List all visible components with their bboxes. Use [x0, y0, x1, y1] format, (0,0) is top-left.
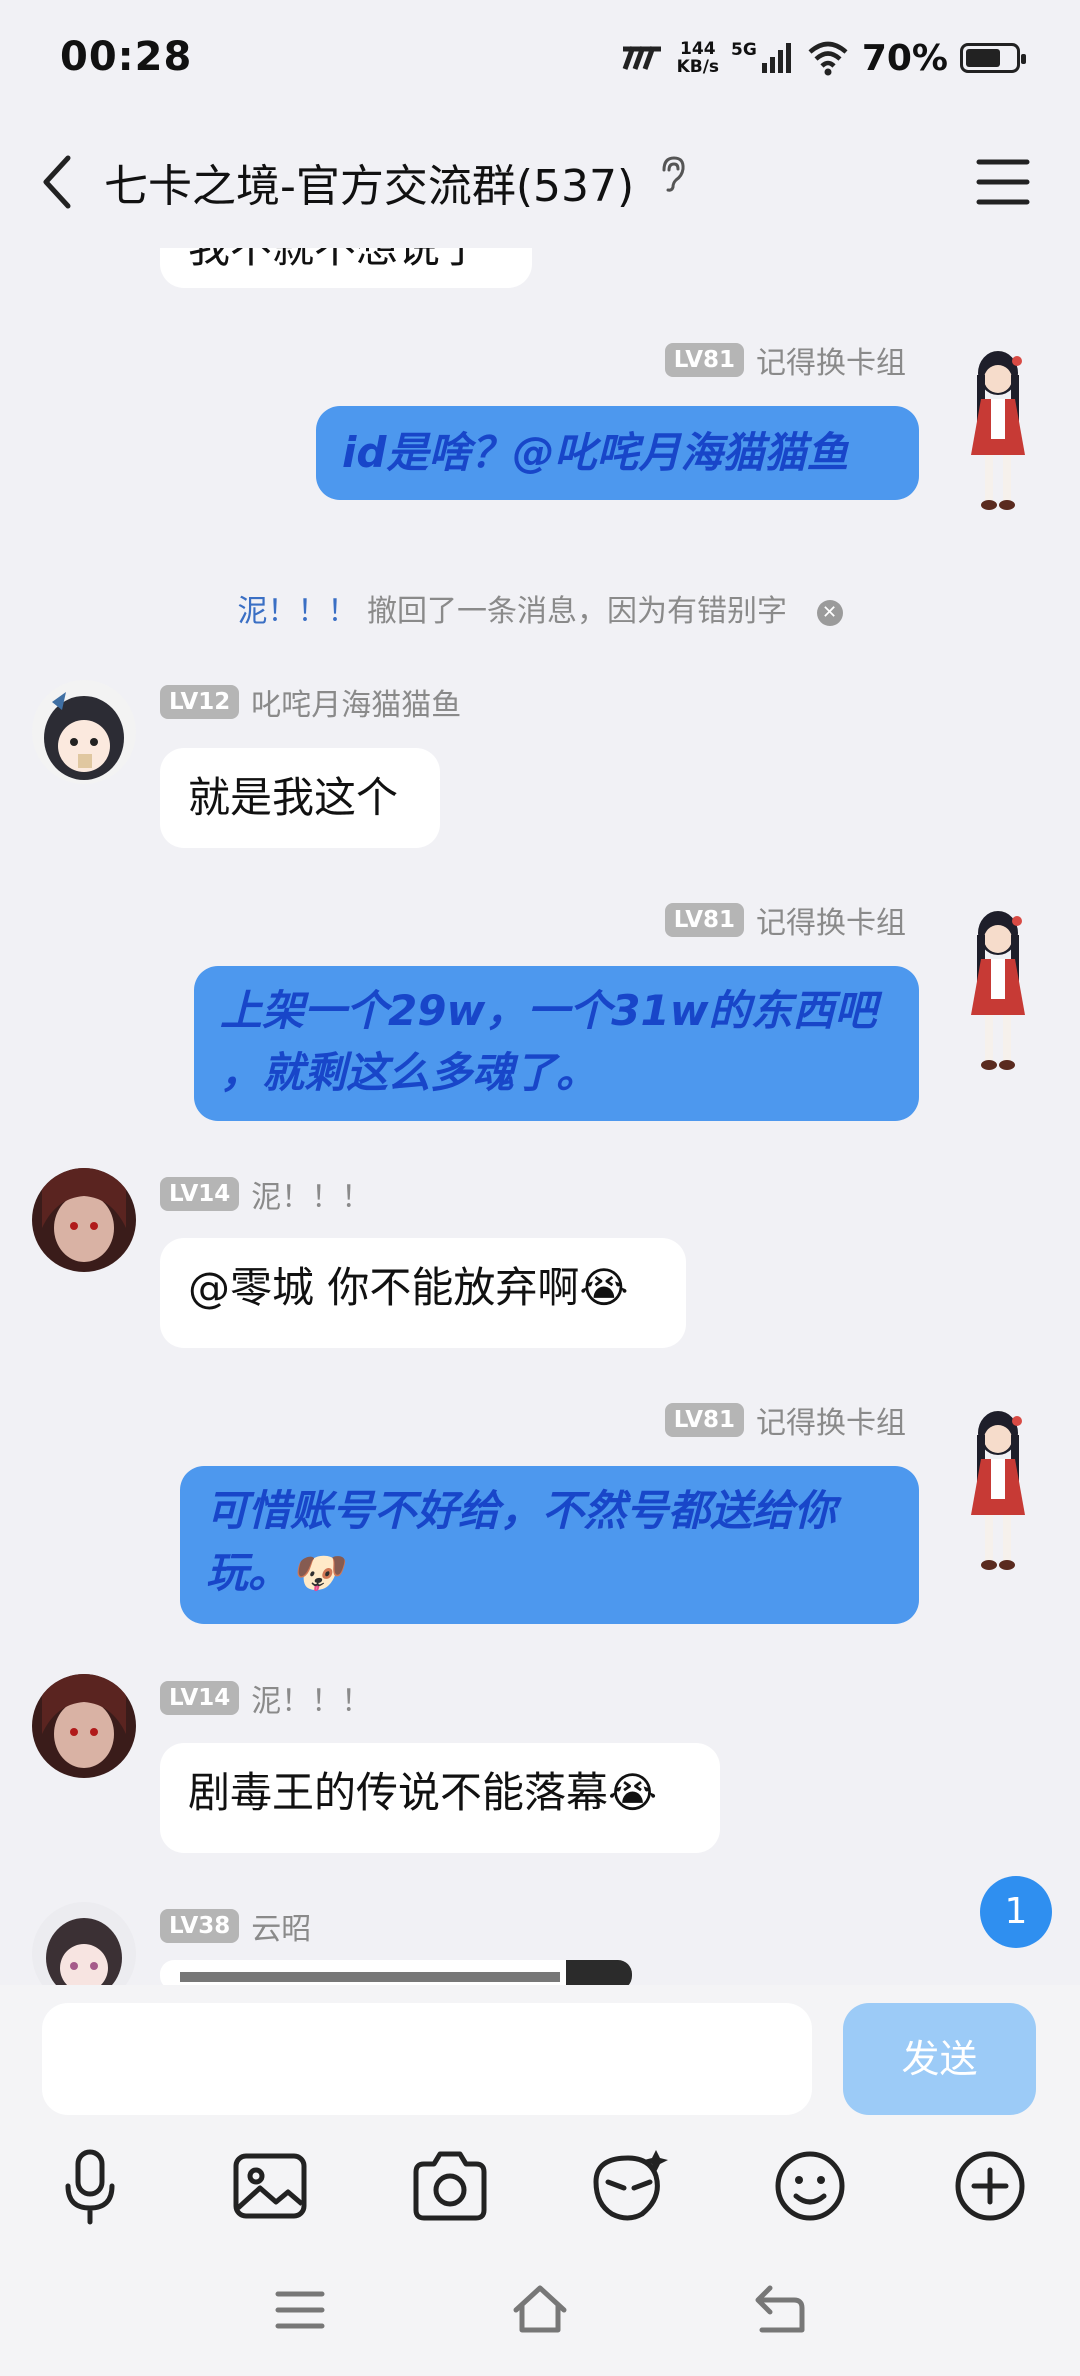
nav-home-icon[interactable] — [510, 2280, 570, 2340]
message-meta: LV81 记得换卡组 — [664, 338, 906, 382]
message-bubble-outgoing[interactable]: 上架一个29w，一个31w的东西吧 ，就剩这么多魂了。 — [194, 966, 919, 1121]
level-badge: LV81 — [664, 343, 744, 377]
unread-badge[interactable]: 1 — [980, 1876, 1052, 1948]
emoji-icon[interactable] — [766, 2142, 854, 2230]
message-meta: LV38 云昭 — [160, 1904, 311, 1948]
avatar[interactable] — [32, 680, 136, 784]
chat-title[interactable]: 七卡之境-官方交流群(537) — [104, 150, 688, 214]
cell-signal-icon: 5G — [731, 41, 794, 75]
hearing-icon — [662, 156, 685, 192]
battery-icon — [960, 43, 1026, 73]
message-meta: LV81 记得换卡组 — [664, 1398, 906, 1442]
message-meta: LV14 泥！！！ — [160, 1676, 371, 1720]
message-bubble[interactable]: 就是我这个 — [160, 748, 440, 848]
menu-icon[interactable] — [975, 156, 1031, 208]
recall-notice: 泥！！！ 撤回了一条消息，因为有错别字 ✕ — [0, 586, 1080, 630]
signal-brand-icon — [622, 46, 661, 70]
message-bubble-outgoing[interactable]: 可惜账号不好给，不然号都送给你 玩。🐶 — [180, 1466, 919, 1624]
sticker-icon[interactable] — [584, 2142, 672, 2230]
avatar[interactable] — [32, 1902, 136, 1986]
message-bubble-outgoing[interactable]: id是啥？@叱咤月海猫猫鱼 — [316, 406, 919, 500]
send-button[interactable]: 发送 — [843, 2003, 1036, 2115]
message-input[interactable] — [42, 2003, 812, 2115]
partial-message: LV38 云昭 — [0, 1890, 1080, 1986]
sender-name: 云昭 — [251, 1912, 312, 1947]
message-meta: LV14 泥！！！ — [160, 1172, 371, 1216]
wifi-icon — [808, 41, 848, 76]
level-badge: LV38 — [160, 1909, 240, 1943]
camera-icon[interactable] — [406, 2142, 494, 2230]
avatar[interactable] — [32, 1674, 136, 1778]
message-meta: LV81 记得换卡组 — [664, 898, 906, 942]
level-badge: LV14 — [160, 1681, 240, 1715]
image-message[interactable] — [160, 1960, 632, 1986]
sender-name: 记得换卡组 — [756, 346, 906, 381]
battery-percent: 70% — [861, 37, 948, 79]
plus-icon[interactable] — [946, 2142, 1034, 2230]
level-badge: LV12 — [160, 685, 240, 719]
message-bubble[interactable]: 我不就不想说了 — [160, 248, 532, 288]
sender-name: 记得换卡组 — [756, 1406, 906, 1441]
back-icon[interactable] — [38, 152, 78, 212]
nav-menu-icon[interactable] — [270, 2280, 330, 2340]
nav-back-icon[interactable] — [750, 2280, 810, 2340]
self-avatar[interactable] — [955, 1405, 1041, 1585]
status-time: 00:28 — [60, 34, 193, 80]
sender-name: 记得换卡组 — [756, 906, 906, 941]
recall-name[interactable]: 泥！！！ — [237, 594, 357, 629]
mic-icon[interactable] — [46, 2142, 134, 2230]
close-icon[interactable]: ✕ — [816, 599, 843, 626]
net-speed: 144 KB/s — [676, 39, 720, 77]
recall-text: 撤回了一条消息，因为有错别字 — [367, 594, 787, 629]
sender-name: 泥！！！ — [251, 1180, 372, 1215]
cropped-message-area: 我不就不想说了 — [0, 248, 1080, 288]
level-badge: LV14 — [160, 1177, 240, 1211]
message-meta: LV12 叱咤月海猫猫鱼 — [160, 680, 461, 724]
avatar[interactable] — [32, 1168, 136, 1272]
sender-name: 泥！！！ — [251, 1684, 372, 1719]
image-icon[interactable] — [226, 2142, 314, 2230]
level-badge: LV81 — [664, 903, 744, 937]
self-avatar[interactable] — [955, 345, 1041, 525]
message-bubble[interactable]: @零城 你不能放弃啊😭 — [160, 1238, 686, 1348]
status-icons: 144 KB/s 5G 70% — [621, 32, 1026, 84]
level-badge: LV81 — [664, 1403, 744, 1437]
sender-name: 叱咤月海猫猫鱼 — [251, 688, 462, 723]
message-bubble[interactable]: 剧毒王的传说不能落幕😭 — [160, 1743, 720, 1853]
self-avatar[interactable] — [955, 905, 1041, 1085]
